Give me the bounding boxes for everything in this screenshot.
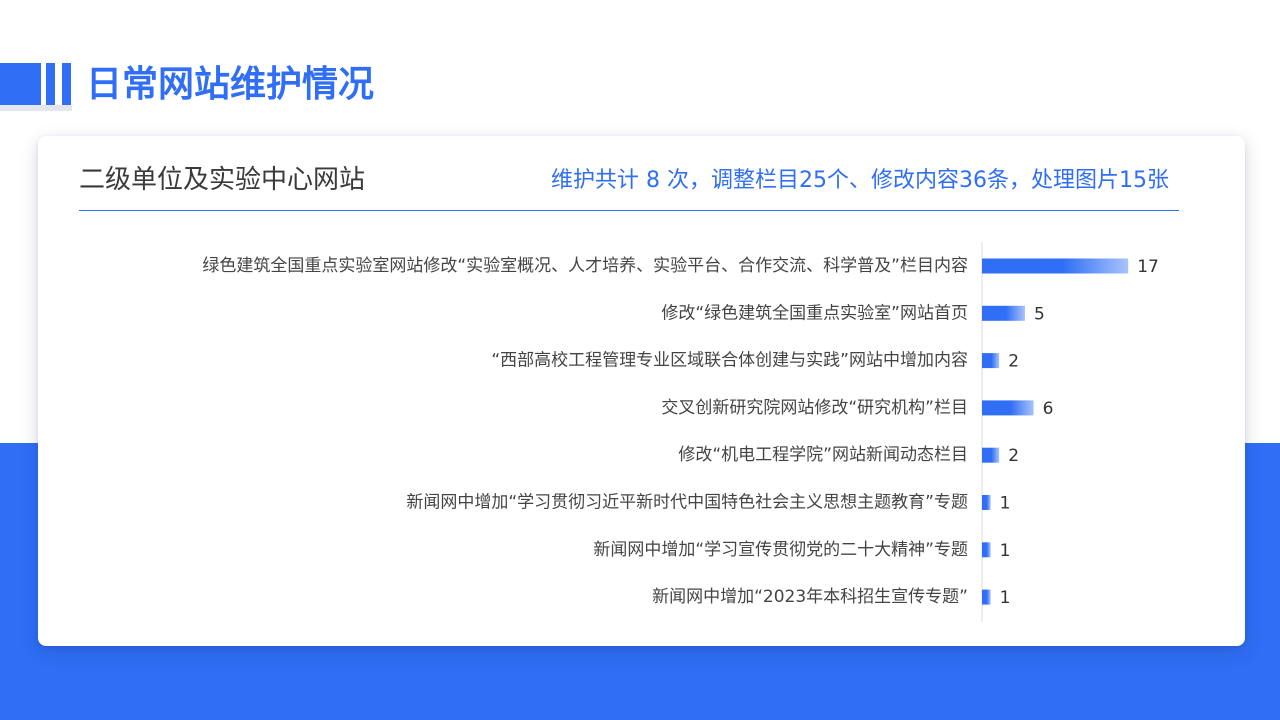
bar-chart: 绿色建筑全国重点实验室网站修改“实验室概况、人才培养、实验平台、合作交流、科学普… <box>202 242 1159 622</box>
title-decoration-shadow <box>0 105 72 111</box>
title-decoration-bar <box>62 63 71 105</box>
category-label: 修改“绿色建筑全国重点实验室”网站首页 <box>661 303 968 323</box>
value-label: 1 <box>1000 541 1011 561</box>
category-label: 新闻网中增加“学习宣传贯彻党的二十大精神”专题 <box>593 540 968 560</box>
bar <box>982 589 991 605</box>
value-label: 1 <box>1000 588 1011 608</box>
category-label: 绿色建筑全国重点实验室网站修改“实验室概况、人才培养、实验平台、合作交流、科学普… <box>202 256 968 276</box>
category-label: 新闻网中增加“2023年本科招生宣传专题” <box>652 587 968 607</box>
value-label: 5 <box>1034 304 1045 324</box>
bar <box>982 305 1025 321</box>
category-label: 修改“机电工程学院”网站新闻动态栏目 <box>678 445 968 465</box>
chart-marks: 绿色建筑全国重点实验室网站修改“实验室概况、人才培养、实验平台、合作交流、科学普… <box>202 256 1158 608</box>
bar <box>982 542 991 558</box>
value-label: 17 <box>1137 257 1159 277</box>
value-label: 1 <box>1000 494 1011 514</box>
category-label: 新闻网中增加“学习贯彻习近平新时代中国特色社会主义思想主题教育”专题 <box>406 493 968 513</box>
title-decoration-bar <box>46 63 55 105</box>
bar <box>982 495 991 510</box>
bar <box>982 353 1000 369</box>
category-label: 交叉创新研究院网站修改“研究机构”栏目 <box>661 398 968 418</box>
bar <box>982 447 1000 463</box>
category-label: “西部高校工程管理专业区域联合体创建与实践”网站中增加内容 <box>491 351 968 371</box>
bar <box>982 258 1129 274</box>
title-decoration-block <box>0 63 41 105</box>
chart-card: 二级单位及实验中心网站 维护共计 8 次，调整栏目25个、修改内容36条，处理图… <box>38 136 1245 646</box>
page-title: 日常网站维护情况 <box>86 64 375 105</box>
value-label: 6 <box>1043 399 1054 419</box>
value-label: 2 <box>1008 446 1019 466</box>
value-label: 2 <box>1008 352 1019 372</box>
bar <box>982 400 1034 416</box>
